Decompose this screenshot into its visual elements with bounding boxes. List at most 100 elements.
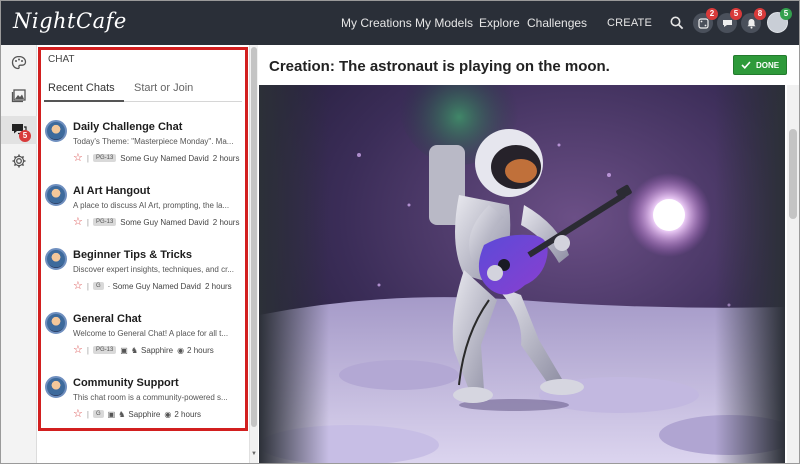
room-meta: ☆ | G · Some Guy Named David 2 hours — [73, 280, 232, 292]
rating-badge: PG-13 — [92, 218, 117, 226]
astronaut-artwork — [259, 85, 785, 463]
image-icon — [11, 89, 26, 103]
room-time: 2 hours — [212, 153, 240, 163]
creation-title: Creation: The astronaut is playing on th… — [269, 58, 610, 75]
scrollbar-thumb[interactable] — [251, 47, 257, 427]
room-meta: ☆ | G ▣ ♞ Sapphire ◉ 2 hours — [73, 408, 201, 420]
rating-badge: G — [92, 410, 104, 418]
nav-explore[interactable]: Explore — [479, 1, 520, 45]
app-window: NightCafe My Creations My Models Explore… — [0, 0, 800, 464]
room-user: Sapphire — [141, 345, 174, 355]
room-description: Discover expert insights, techniques, an… — [73, 265, 234, 274]
dice-badge: 2 — [706, 8, 718, 20]
rail-gallery[interactable] — [7, 83, 31, 107]
divider: | — [86, 217, 89, 227]
avatar-badge: 5 — [780, 8, 792, 20]
room-avatar — [45, 120, 67, 142]
room-avatar — [45, 248, 67, 270]
nav-my-creations[interactable]: My Creations — [341, 1, 412, 45]
divider: | — [86, 281, 89, 291]
rail-chat[interactable]: 5 — [1, 116, 37, 144]
rail-explore[interactable] — [7, 51, 31, 75]
room-description: This chat room is a community-powered s.… — [73, 393, 228, 402]
app-logo[interactable]: NightCafe — [13, 9, 127, 33]
messages-button[interactable]: 5 — [717, 8, 742, 33]
room-title: Daily Challenge Chat — [73, 121, 183, 133]
eye-icon: ◉ — [177, 345, 185, 355]
star-icon[interactable]: ☆ — [73, 281, 83, 292]
chat-room-daily-challenge[interactable]: Daily Challenge Chat Today's Theme: "Mas… — [41, 120, 245, 180]
done-button[interactable]: DONE — [733, 55, 787, 75]
top-bar: NightCafe My Creations My Models Explore… — [1, 1, 799, 45]
chat-room-general-chat[interactable]: General Chat Welcome to General Chat! A … — [41, 312, 245, 372]
chat-bubble-icon — [722, 19, 732, 27]
room-title: Beginner Tips & Tricks — [73, 249, 193, 261]
chevron-down-icon[interactable]: ▼ — [251, 451, 257, 457]
image-scrollbar[interactable] — [787, 85, 799, 463]
notifications-badge: 8 — [754, 8, 766, 20]
mod-icon: ♞ — [130, 345, 139, 355]
tab-start-or-join[interactable]: Start or Join — [134, 82, 193, 94]
scrollbar-thumb[interactable] — [789, 129, 797, 219]
eye-icon: ◉ — [164, 409, 172, 419]
chat-room-ai-art-hangout[interactable]: AI Art Hangout A place to discuss AI Art… — [41, 184, 245, 244]
room-avatar — [45, 184, 67, 206]
room-user: Sapphire — [128, 409, 161, 419]
room-meta: ☆ | PG-13 Some Guy Named David 2 hours — [73, 216, 239, 228]
room-title: AI Art Hangout — [73, 185, 151, 197]
room-title: Community Support — [73, 377, 179, 389]
dice-icon — [697, 17, 709, 29]
chat-tabs: Recent Chats Start or Join — [44, 78, 242, 102]
check-icon — [741, 61, 751, 69]
gear-icon — [12, 154, 26, 168]
user-avatar[interactable]: 5 — [767, 8, 792, 33]
room-title: General Chat — [73, 313, 142, 325]
discord-icon: ▣ — [120, 345, 128, 355]
discord-icon: ▣ — [107, 409, 116, 419]
star-icon[interactable]: ☆ — [73, 409, 83, 420]
chat-header: CHAT — [48, 54, 75, 65]
active-tab-indicator — [44, 100, 124, 102]
nav-create-button[interactable]: CREATE — [607, 1, 652, 45]
chat-room-community-support[interactable]: Community Support This chat room is a co… — [41, 376, 245, 428]
chat-room-beginner-tips[interactable]: Beginner Tips & Tricks Discover expert i… — [41, 248, 245, 308]
creation-image[interactable] — [259, 85, 785, 463]
room-meta: ☆ | PG-13 ▣ ♞ Sapphire ◉ 2 hours — [73, 344, 214, 356]
room-description: Today's Theme: "Masterpiece Monday". Ma.… — [73, 137, 234, 146]
room-description: A place to discuss AI Art, prompting, th… — [73, 201, 230, 210]
dice-button[interactable]: 2 — [693, 8, 718, 33]
room-description: Welcome to General Chat! A place for all… — [73, 329, 229, 338]
room-time: 2 hours — [174, 409, 202, 419]
mod-icon: ♞ — [118, 409, 126, 419]
rating-badge: PG-13 — [92, 346, 117, 354]
room-time: 2 hours — [212, 217, 240, 227]
rail-chat-badge: 5 — [19, 130, 31, 142]
rail-settings[interactable] — [7, 149, 31, 173]
left-rail: 5 — [1, 45, 37, 463]
search-button[interactable] — [667, 13, 687, 33]
rating-badge: PG-13 — [92, 154, 117, 162]
search-icon — [670, 16, 684, 30]
room-user: · Some Guy Named David — [107, 281, 201, 291]
nav-my-models[interactable]: My Models — [415, 1, 473, 45]
divider: | — [86, 345, 89, 355]
room-user: Some Guy Named David — [120, 217, 209, 227]
room-time: 2 hours — [205, 281, 232, 291]
creation-view: Creation: The astronaut is playing on th… — [259, 45, 799, 463]
nav-challenges[interactable]: Challenges — [527, 1, 587, 45]
room-avatar — [45, 376, 67, 398]
tab-recent-chats[interactable]: Recent Chats — [48, 82, 115, 94]
chat-panel: CHAT Recent Chats Start or Join Daily Ch… — [38, 47, 248, 431]
star-icon[interactable]: ☆ — [73, 217, 83, 228]
divider: | — [86, 409, 89, 419]
divider: | — [86, 153, 89, 163]
done-label: DONE — [755, 60, 780, 70]
room-avatar — [45, 312, 67, 334]
bell-icon — [747, 18, 755, 29]
room-time: 2 hours — [187, 345, 214, 355]
star-icon[interactable]: ☆ — [73, 345, 83, 356]
star-icon[interactable]: ☆ — [73, 153, 83, 164]
chat-scrollbar[interactable]: ▼ — [249, 45, 258, 463]
notifications-button[interactable]: 8 — [741, 8, 766, 33]
room-meta: ☆ | PG-13 Some Guy Named David 2 hours — [73, 152, 239, 164]
